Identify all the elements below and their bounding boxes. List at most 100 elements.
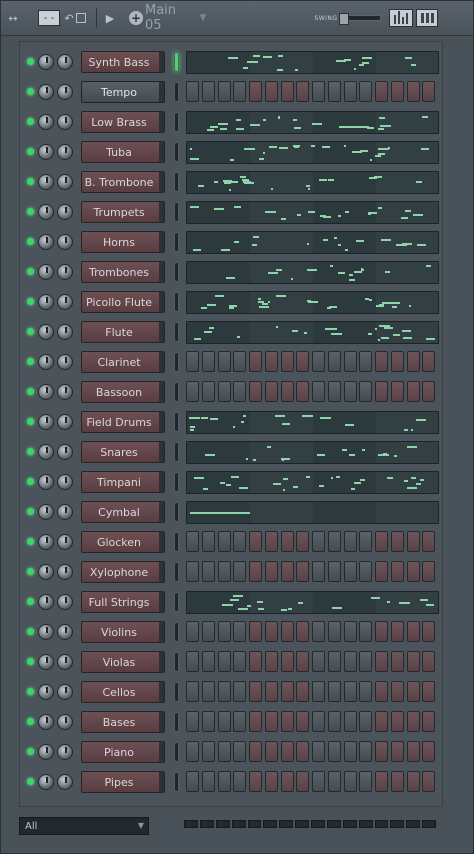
channel-name-button[interactable]: Trumpets [81, 201, 165, 223]
piano-roll-preview[interactable] [186, 441, 439, 464]
step-button[interactable] [327, 681, 341, 702]
step-button[interactable] [359, 351, 373, 372]
piano-roll-preview[interactable] [186, 291, 439, 314]
step-button[interactable] [343, 81, 357, 102]
channel-mute-led[interactable] [27, 298, 34, 305]
channel-target-slot[interactable] [159, 532, 164, 552]
channel-target-slot[interactable] [159, 592, 164, 612]
step-button[interactable] [233, 621, 247, 642]
step-button[interactable] [406, 741, 420, 762]
step-button[interactable] [296, 621, 310, 642]
pan-knob[interactable] [57, 444, 73, 460]
channel-name-button[interactable]: Pipes [81, 771, 165, 793]
step-button[interactable] [359, 651, 373, 672]
channel-name-button[interactable]: Piano [81, 741, 165, 763]
box-icon[interactable] [76, 13, 86, 23]
step-button[interactable] [233, 561, 247, 582]
channel-mute-led[interactable] [27, 388, 34, 395]
step-button[interactable] [312, 741, 325, 762]
step-button[interactable] [390, 651, 404, 672]
scroll-segment[interactable] [342, 820, 357, 828]
step-button[interactable] [406, 771, 420, 792]
step-button[interactable] [312, 771, 325, 792]
channel-name-button[interactable]: Snares [81, 441, 165, 463]
step-button[interactable] [280, 771, 294, 792]
step-button[interactable] [217, 711, 231, 732]
step-button[interactable] [343, 681, 357, 702]
channel-mute-led[interactable] [27, 628, 34, 635]
scroll-segment[interactable] [295, 820, 309, 828]
channel-name-button[interactable]: Violins [81, 621, 165, 643]
step-button[interactable] [312, 381, 325, 402]
channel-name-button[interactable]: B. Trombone [81, 171, 165, 193]
channel-target-slot[interactable] [159, 682, 164, 702]
pan-knob[interactable] [57, 144, 73, 160]
step-button[interactable] [233, 81, 247, 102]
channel-target-slot[interactable] [159, 202, 164, 222]
step-button[interactable] [217, 651, 231, 672]
step-button[interactable] [390, 711, 404, 732]
step-button[interactable] [343, 381, 357, 402]
channel-select-indicator[interactable] [174, 262, 179, 282]
channel-mute-led[interactable] [27, 58, 34, 65]
step-button[interactable] [406, 381, 420, 402]
channel-target-slot[interactable] [159, 112, 164, 132]
channel-mute-led[interactable] [27, 538, 34, 545]
step-button[interactable] [390, 561, 404, 582]
channel-name-button[interactable]: Bases [81, 711, 165, 733]
channel-target-slot[interactable] [159, 562, 164, 582]
channel-mute-led[interactable] [27, 748, 34, 755]
step-button[interactable] [280, 81, 294, 102]
pan-knob[interactable] [57, 54, 73, 70]
step-button[interactable] [201, 681, 215, 702]
scroll-segment[interactable] [374, 820, 389, 828]
pan-knob[interactable] [57, 564, 73, 580]
step-button[interactable] [296, 381, 310, 402]
step-button[interactable] [249, 681, 262, 702]
channel-target-slot[interactable] [159, 652, 164, 672]
channel-target-slot[interactable] [159, 412, 164, 432]
volume-knob[interactable] [38, 414, 54, 430]
channel-select-indicator[interactable] [174, 412, 179, 432]
channel-mute-led[interactable] [27, 358, 34, 365]
step-button[interactable] [359, 711, 373, 732]
step-button[interactable] [280, 351, 294, 372]
step-button[interactable] [264, 651, 278, 672]
step-button[interactable] [233, 681, 247, 702]
step-button[interactable] [406, 351, 420, 372]
step-button[interactable] [422, 711, 436, 732]
channel-select-indicator[interactable] [174, 712, 179, 732]
step-button[interactable] [327, 81, 341, 102]
volume-knob[interactable] [38, 504, 54, 520]
step-button[interactable] [233, 381, 247, 402]
channel-mute-led[interactable] [27, 718, 34, 725]
pan-knob[interactable] [57, 774, 73, 790]
volume-knob[interactable] [38, 234, 54, 250]
step-button[interactable] [264, 741, 278, 762]
step-button[interactable] [406, 681, 420, 702]
piano-roll-preview[interactable] [186, 231, 439, 254]
step-button[interactable] [296, 351, 310, 372]
channel-name-button[interactable]: Cellos [81, 681, 165, 703]
step-button[interactable] [186, 771, 199, 792]
step-button[interactable] [264, 351, 278, 372]
step-button[interactable] [296, 651, 310, 672]
channel-select-indicator[interactable] [174, 172, 179, 192]
piano-roll-preview[interactable] [186, 171, 439, 194]
step-button[interactable] [217, 621, 231, 642]
play-icon[interactable]: ▶ [104, 10, 116, 26]
step-button[interactable] [312, 681, 325, 702]
piano-roll-preview[interactable] [186, 321, 439, 344]
volume-knob[interactable] [38, 624, 54, 640]
step-button[interactable] [217, 381, 231, 402]
channel-mute-led[interactable] [27, 88, 34, 95]
step-button[interactable] [280, 381, 294, 402]
step-button[interactable] [264, 81, 278, 102]
pan-knob[interactable] [57, 624, 73, 640]
step-button[interactable] [186, 621, 199, 642]
step-button[interactable] [422, 381, 436, 402]
keyboard-editor-icon[interactable] [416, 9, 438, 27]
step-button[interactable] [375, 81, 388, 102]
step-button[interactable] [280, 741, 294, 762]
step-button[interactable] [422, 681, 436, 702]
